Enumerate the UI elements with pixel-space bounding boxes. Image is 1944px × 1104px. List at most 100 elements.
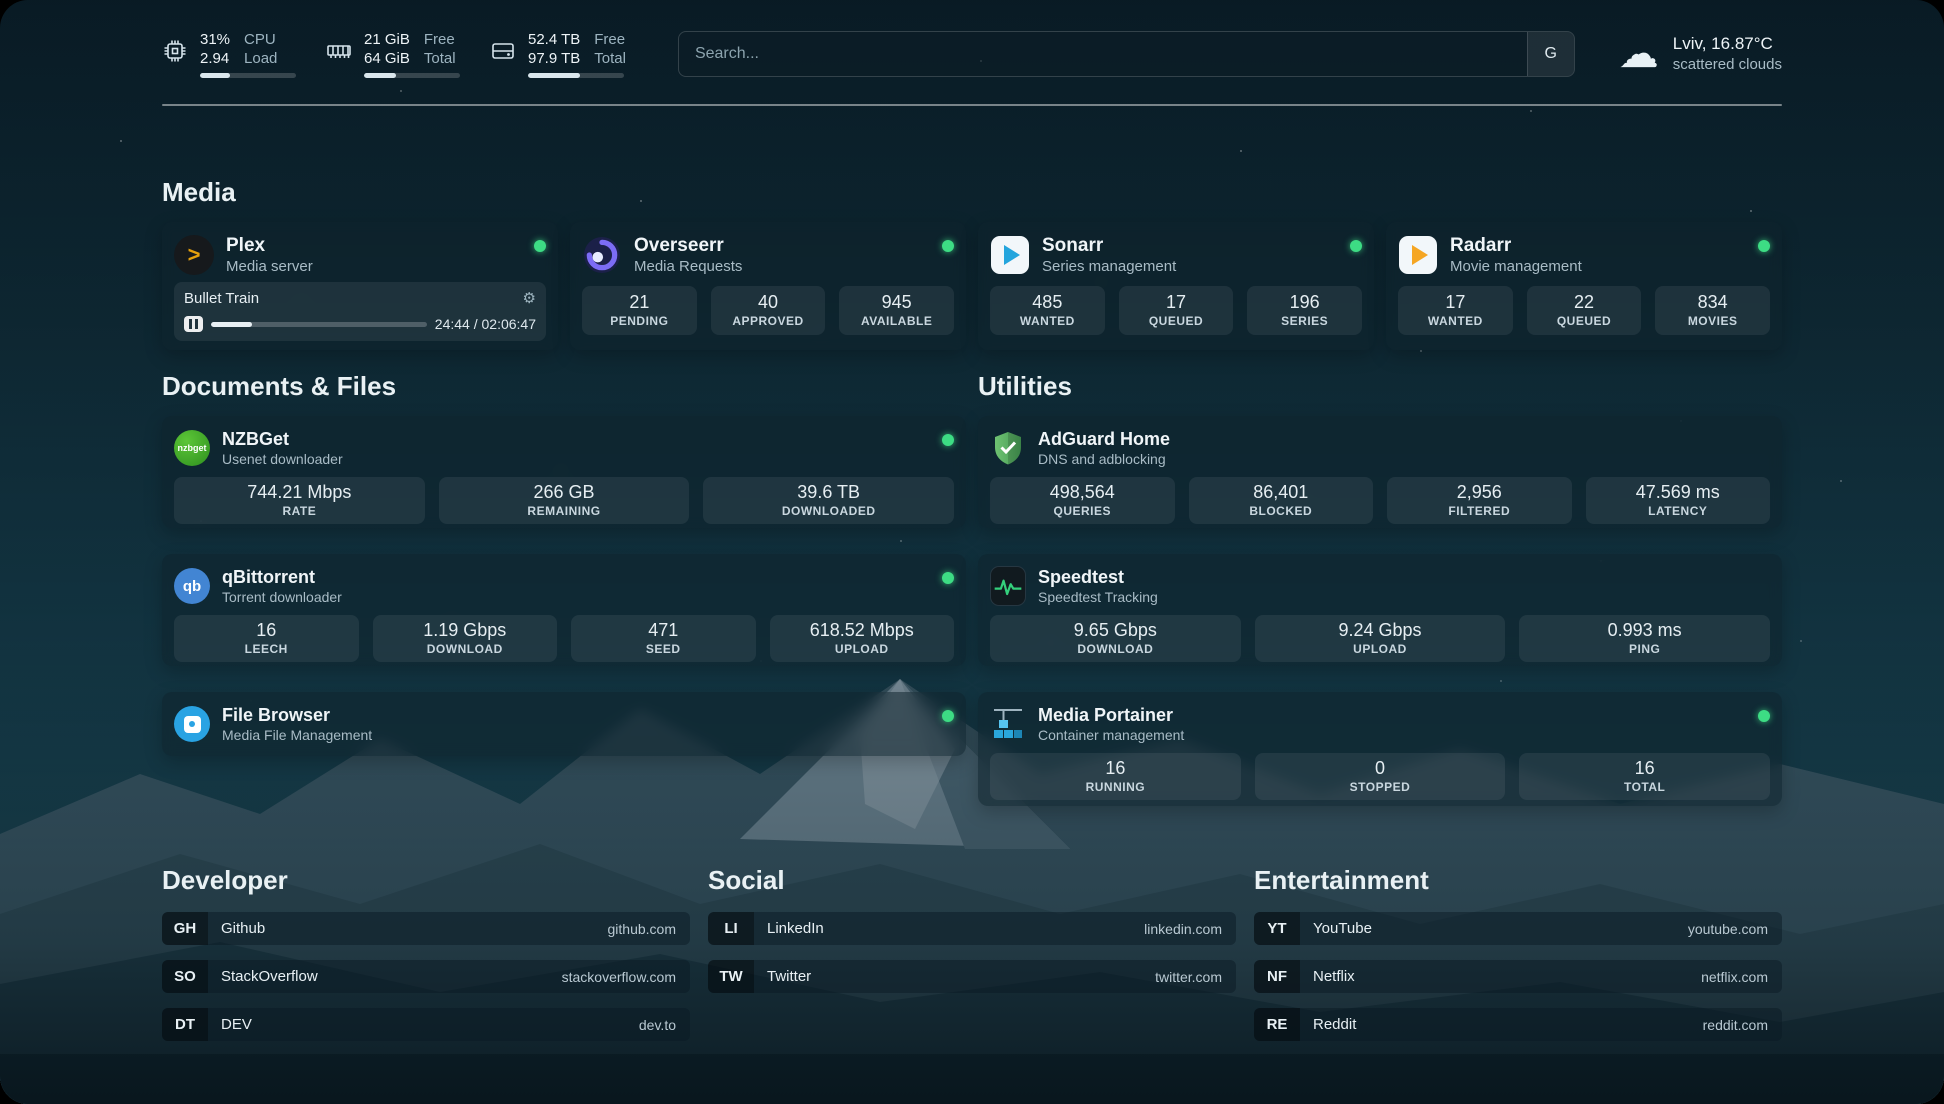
memory-free-label: Free bbox=[424, 30, 455, 49]
overseerr-card[interactable]: Overseerr Media Requests 21 PENDING 40 A… bbox=[570, 222, 966, 350]
bookmark-github[interactable]: GH Github github.com bbox=[162, 912, 690, 945]
portainer-stats: 16 RUNNING 0 STOPPED 16 TOTAL bbox=[990, 753, 1770, 800]
weather-location: Lviv, 16.87°C bbox=[1673, 33, 1782, 55]
stat-filtered: 2,956 FILTERED bbox=[1387, 477, 1572, 524]
search-bar: G bbox=[678, 31, 1575, 77]
stat-queued: 22 QUEUED bbox=[1527, 286, 1642, 335]
filebrowser-icon bbox=[174, 706, 210, 742]
disk-total-label: Total bbox=[594, 49, 626, 68]
bookmark-name: Twitter bbox=[767, 968, 1155, 985]
weather-condition: scattered clouds bbox=[1673, 55, 1782, 75]
cpu-load-value: 2.94 bbox=[200, 49, 229, 68]
radarr-stats: 17 WANTED 22 QUEUED 834 MOVIES bbox=[1398, 286, 1770, 335]
portainer-icon bbox=[990, 706, 1026, 742]
adguard-stats: 498,564 QUERIES 86,401 BLOCKED 2,956 FIL… bbox=[990, 477, 1770, 524]
nzbget-card[interactable]: nzbget NZBGet Usenet downloader 744.21 M… bbox=[162, 416, 966, 528]
section-title-documents: Documents & Files bbox=[162, 370, 966, 402]
radarr-card[interactable]: Radarr Movie management 17 WANTED 22 QUE… bbox=[1386, 222, 1782, 350]
status-online-dot bbox=[1758, 240, 1770, 252]
filebrowser-card[interactable]: File Browser Media File Management bbox=[162, 692, 966, 756]
overseerr-stats: 21 PENDING 40 APPROVED 945 AVAILABLE bbox=[582, 286, 954, 335]
service-description: Torrent downloader bbox=[222, 588, 342, 606]
stat-queries: 498,564 QUERIES bbox=[990, 477, 1175, 524]
playback-time: 24:44 / 02:06:47 bbox=[435, 316, 536, 332]
stat-wanted: 17 WANTED bbox=[1398, 286, 1513, 335]
bookmark-reddit[interactable]: RE Reddit reddit.com bbox=[1254, 1008, 1782, 1041]
nzbget-stats: 744.21 Mbps RATE 266 GB REMAINING 39.6 T… bbox=[174, 477, 954, 524]
stat-download: 9.65 Gbps DOWNLOAD bbox=[990, 615, 1241, 662]
documents-column: Documents & Files nzbget NZBGet Usenet d… bbox=[162, 370, 966, 756]
nzbget-icon: nzbget bbox=[174, 430, 210, 466]
search-provider-button[interactable]: G bbox=[1527, 32, 1574, 76]
bookmark-abbr: SO bbox=[162, 960, 208, 993]
stat-ping: 0.993 ms PING bbox=[1519, 615, 1770, 662]
bookmark-url: twitter.com bbox=[1155, 969, 1222, 985]
bookmarks-area: Developer GH Github github.com SO StackO… bbox=[162, 864, 1782, 1041]
qbittorrent-stats: 16 LEECH 1.19 Gbps DOWNLOAD 471 SEED 6 bbox=[174, 615, 954, 662]
service-description: Media Requests bbox=[634, 257, 742, 276]
weather-widget: Lviv, 16.87°C scattered clouds bbox=[1619, 33, 1782, 75]
bookmark-url: dev.to bbox=[639, 1017, 676, 1033]
portainer-card[interactable]: Media Portainer Container management 16 … bbox=[978, 692, 1782, 806]
stat-approved: 40 APPROVED bbox=[711, 286, 826, 335]
stat-latency: 47.569 ms LATENCY bbox=[1586, 477, 1771, 524]
bookmarks-social: Social LI LinkedIn linkedin.com TW Twitt… bbox=[708, 864, 1236, 1041]
bookmark-twitter[interactable]: TW Twitter twitter.com bbox=[708, 960, 1236, 993]
bookmark-name: DEV bbox=[221, 1016, 639, 1033]
sonarr-card[interactable]: Sonarr Series management 485 WANTED 17 Q… bbox=[978, 222, 1374, 350]
stat-movies: 834 MOVIES bbox=[1655, 286, 1770, 335]
service-name: Radarr bbox=[1450, 234, 1582, 257]
adguard-icon bbox=[990, 430, 1026, 466]
stat-wanted: 485 WANTED bbox=[990, 286, 1105, 335]
bookmark-url: netflix.com bbox=[1701, 969, 1768, 985]
stat-total: 16 TOTAL bbox=[1519, 753, 1770, 800]
plex-card[interactable]: Plex Media server Bullet Train 24:44 / 0… bbox=[162, 222, 558, 350]
disk-free-value: 52.4 TB bbox=[528, 30, 580, 49]
disk-total-value: 97.9 TB bbox=[528, 49, 580, 68]
settings-gear-icon[interactable] bbox=[523, 289, 536, 308]
pause-button[interactable] bbox=[184, 316, 203, 332]
memory-free-value: 21 GiB bbox=[364, 30, 410, 49]
adguard-card[interactable]: AdGuard Home DNS and adblocking 498,564 … bbox=[978, 416, 1782, 528]
qbittorrent-card[interactable]: qb qBittorrent Torrent downloader 16 LEE… bbox=[162, 554, 966, 666]
bookmark-netflix[interactable]: NF Netflix netflix.com bbox=[1254, 960, 1782, 993]
bookmark-abbr: NF bbox=[1254, 960, 1300, 993]
stat-seed: 471 SEED bbox=[571, 615, 756, 662]
section-title-utilities: Utilities bbox=[978, 370, 1782, 402]
playback-progress-bar[interactable] bbox=[211, 322, 427, 327]
memory-icon bbox=[326, 38, 352, 69]
bookmark-youtube[interactable]: YT YouTube youtube.com bbox=[1254, 912, 1782, 945]
dashboard-screen: 31% 2.94 CPU Load bbox=[0, 0, 1944, 1104]
search-input[interactable] bbox=[679, 32, 1527, 76]
service-name: File Browser bbox=[222, 704, 372, 726]
bookmark-url: reddit.com bbox=[1703, 1017, 1768, 1033]
service-name: Sonarr bbox=[1042, 234, 1176, 257]
bookmark-linkedin[interactable]: LI LinkedIn linkedin.com bbox=[708, 912, 1236, 945]
bookmark-abbr: GH bbox=[162, 912, 208, 945]
bookmark-url: stackoverflow.com bbox=[562, 969, 676, 985]
status-online-dot bbox=[534, 240, 546, 252]
service-description: DNS and adblocking bbox=[1038, 450, 1170, 468]
status-online-dot bbox=[942, 710, 954, 722]
sonarr-stats: 485 WANTED 17 QUEUED 196 SERIES bbox=[990, 286, 1362, 335]
status-online-dot bbox=[1758, 710, 1770, 722]
bookmark-abbr: YT bbox=[1254, 912, 1300, 945]
cpu-load-label: Load bbox=[244, 49, 277, 68]
system-metrics: 31% 2.94 CPU Load bbox=[162, 30, 626, 78]
speedtest-stats: 9.65 Gbps DOWNLOAD 9.24 Gbps UPLOAD 0.99… bbox=[990, 615, 1770, 662]
bookmark-name: Reddit bbox=[1313, 1016, 1703, 1033]
stat-downloaded: 39.6 TB DOWNLOADED bbox=[703, 477, 954, 524]
cpu-usage-value: 31% bbox=[200, 30, 230, 49]
section-title-social: Social bbox=[708, 864, 1236, 896]
bookmark-dev[interactable]: DT DEV dev.to bbox=[162, 1008, 690, 1041]
speedtest-icon bbox=[990, 568, 1026, 604]
now-playing-title: Bullet Train bbox=[184, 290, 259, 307]
speedtest-card[interactable]: Speedtest Speedtest Tracking 9.65 Gbps D… bbox=[978, 554, 1782, 666]
bookmark-abbr: TW bbox=[708, 960, 754, 993]
stat-running: 16 RUNNING bbox=[990, 753, 1241, 800]
status-online-dot bbox=[942, 572, 954, 584]
bookmark-stackoverflow[interactable]: SO StackOverflow stackoverflow.com bbox=[162, 960, 690, 993]
sonarr-icon bbox=[990, 235, 1030, 275]
cpu-label: CPU bbox=[244, 30, 276, 49]
stat-rate: 744.21 Mbps RATE bbox=[174, 477, 425, 524]
